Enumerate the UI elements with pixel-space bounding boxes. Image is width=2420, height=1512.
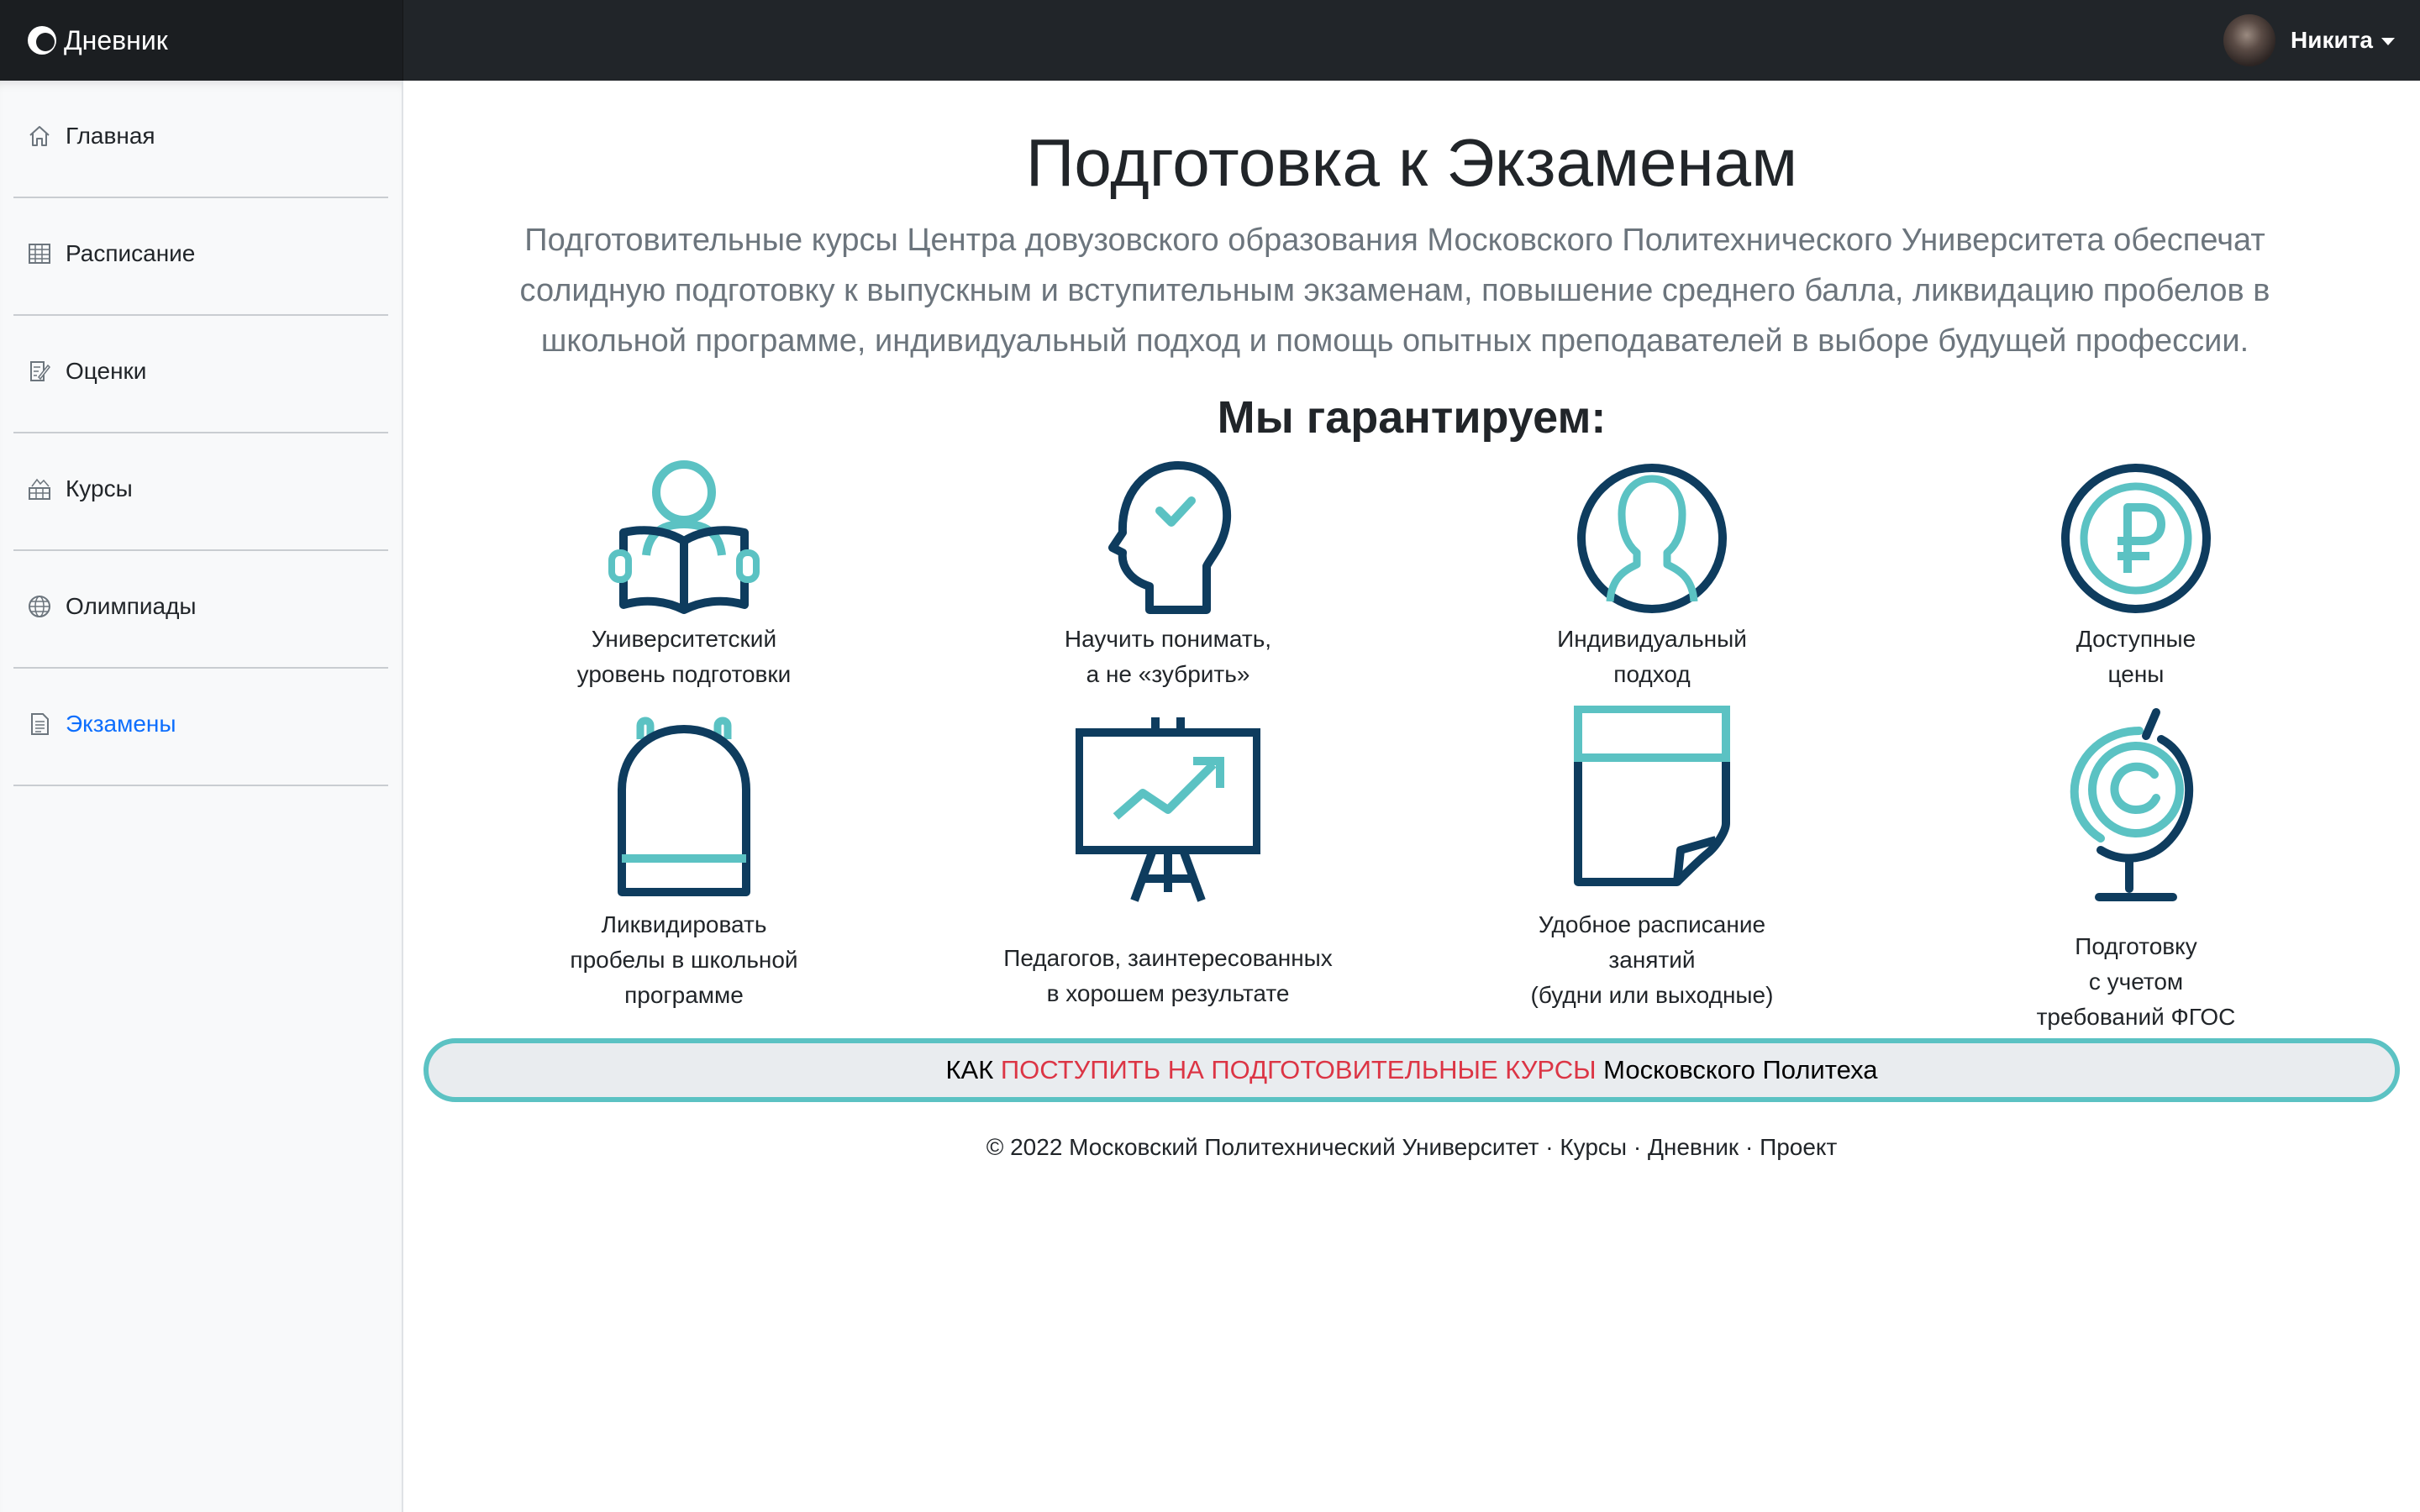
feature-label: Удобное расписание занятий (будни или вы… (1530, 911, 1774, 1008)
brand-link[interactable]: Дневник (0, 0, 403, 81)
sidebar-item-label: Оценки (66, 358, 147, 384)
sidebar-item-label: Экзамены (66, 711, 176, 737)
guarantee-heading: Мы гарантируем: (1217, 392, 1607, 443)
head-check-icon (1108, 461, 1232, 614)
feature-individual-approach: Индивидуальный подход (1434, 459, 1870, 692)
sidebar-item-label: Главная (66, 123, 155, 149)
footer-separator: · (1739, 1134, 1760, 1160)
feature-label: Ликвидировать пробелы в школьной програм… (570, 911, 798, 1008)
footer: © 2022 Московский Политехнический Универ… (403, 1134, 2420, 1161)
user-name: Никита (2291, 27, 2373, 53)
top-navbar: Дневник Никита (0, 0, 2420, 81)
globe-stand-icon (2070, 708, 2194, 901)
home-icon (29, 126, 50, 146)
backpack-icon (618, 717, 750, 896)
brand-logo-icon (28, 26, 56, 55)
sidebar-item-courses[interactable]: Курсы (0, 433, 402, 551)
feature-university-level: Университетский уровень подготовки (466, 459, 902, 692)
admission-suffix: Московского Политеха (1596, 1055, 1878, 1084)
chart-easel-icon (1076, 717, 1260, 902)
courses-icon (29, 478, 50, 500)
admission-banner-link[interactable]: КАК ПОСТУПИТЬ НА ПОДГОТОВИТЕЛЬНЫЕ КУРСЫ … (424, 1038, 2400, 1102)
person-profile-icon (1577, 464, 1727, 613)
sidebar-item-home[interactable]: Главная (0, 81, 402, 198)
feature-label: Научить понимать, а не «зубрить» (1064, 626, 1272, 687)
main-content: Подготовка к Экзаменам Подготовительные … (403, 81, 2420, 1512)
lead-paragraph: Подготовительные курсы Центра довузовско… (519, 223, 2270, 359)
feature-interested-teachers: Педагогов, заинтересованных в хорошем ре… (950, 706, 1386, 1011)
feature-label: Университетский уровень подготовки (576, 626, 792, 687)
feature-convenient-schedule: Удобное расписание занятий (будни или вы… (1434, 706, 1870, 1013)
feature-label: Индивидуальный подход (1557, 626, 1747, 687)
sidebar-item-grades[interactable]: Оценки (0, 316, 402, 433)
reading-student-icon (608, 460, 760, 614)
feature-fill-gaps: Ликвидировать пробелы в школьной програм… (466, 706, 902, 1013)
footer-link-diary[interactable]: Дневник (1648, 1134, 1739, 1160)
page-title: Подготовка к Экзаменам (1025, 125, 1798, 200)
exam-document-icon (31, 713, 49, 735)
avatar (2223, 14, 2276, 66)
globe-icon (29, 596, 50, 617)
feature-label: Доступные цены (2075, 626, 2196, 687)
document-edit-icon (30, 361, 51, 381)
calendar-table-icon (29, 244, 50, 264)
footer-link-project[interactable]: Проект (1760, 1134, 1837, 1160)
user-menu-dropdown[interactable]: Никита (2223, 0, 2395, 81)
footer-separator: · (1627, 1134, 1648, 1160)
sidebar-item-label: Расписание (66, 240, 196, 266)
feature-fgos-requirements: Подготовку с учетом требований ФГОС (1918, 706, 2354, 1035)
chevron-down-icon (2381, 37, 2395, 45)
sidebar-item-label: Курсы (66, 475, 133, 501)
footer-separator: · (1539, 1134, 1560, 1160)
feature-label: Подготовку с учетом требований ФГОС (2036, 933, 2236, 1030)
sidebar: Главная Расписание Оценки Курсы Олимпиад… (0, 81, 403, 1512)
sidebar-item-exams[interactable]: Экзамены (0, 669, 402, 786)
sidebar-item-schedule[interactable]: Расписание (0, 198, 402, 316)
note-page-icon (1574, 706, 1730, 886)
admission-prefix: КАК (945, 1055, 1001, 1084)
feature-label: Педагогов, заинтересованных в хорошем ре… (1003, 945, 1333, 1006)
feature-affordable-prices: Доступные цены (1918, 459, 2354, 692)
admission-highlight: ПОСТУПИТЬ НА ПОДГОТОВИТЕЛЬНЫЕ КУРСЫ (1000, 1055, 1597, 1084)
brand-label: Дневник (64, 24, 168, 55)
ruble-coin-icon (2061, 464, 2211, 613)
feature-understand-not-cram: Научить понимать, а не «зубрить» (950, 459, 1386, 692)
sidebar-item-olympiads[interactable]: Олимпиады (0, 551, 402, 669)
footer-copyright: © 2022 Московский Политехнический Универ… (986, 1134, 1539, 1160)
sidebar-item-label: Олимпиады (66, 593, 197, 619)
footer-link-courses[interactable]: Курсы (1560, 1134, 1627, 1160)
